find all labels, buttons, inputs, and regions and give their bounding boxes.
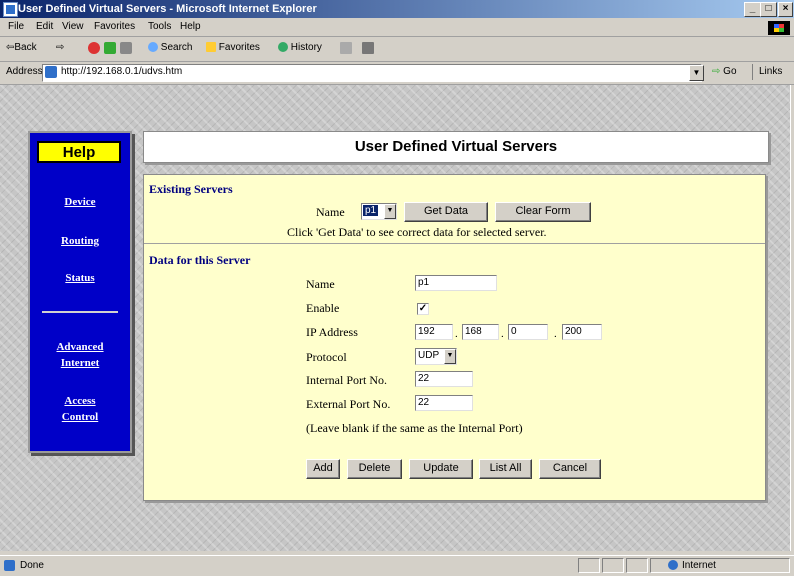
close-button[interactable]: × [778, 2, 793, 17]
internal-port-input[interactable]: 22 [415, 371, 473, 387]
menu-help[interactable]: Help [180, 21, 201, 32]
ie-page-icon [3, 2, 18, 17]
address-url: http://192.168.0.1/udvs.htm [61, 66, 183, 78]
get-data-hint: Click 'Get Data' to see correct data for… [287, 225, 547, 239]
nav-divider [42, 311, 118, 313]
server-data-title: Data for this Server [149, 253, 251, 267]
nav-access-link[interactable]: Access [30, 394, 130, 409]
ip-octet-4-input[interactable]: 200 [562, 324, 602, 340]
page-done-icon [4, 560, 15, 571]
minimize-button[interactable]: _ [744, 2, 761, 17]
history-label: History [290, 42, 322, 53]
name-input[interactable]: p1 [415, 275, 497, 291]
menu-favorites[interactable]: Favorites [94, 21, 135, 32]
port-note: (Leave blank if the same as the Internal… [306, 421, 523, 435]
zone-label: Internet [682, 560, 716, 571]
delete-button[interactable]: Delete [347, 459, 402, 479]
nav-control-link[interactable]: Control [30, 410, 130, 425]
history-button[interactable]: History [278, 42, 322, 53]
address-input[interactable]: http://192.168.0.1/udvs.htm [42, 64, 702, 82]
update-button[interactable]: Update [409, 459, 473, 479]
cancel-button[interactable]: Cancel [539, 459, 601, 479]
main-panel: Existing Servers Name p1 ▼ Get Data Clea… [143, 174, 766, 501]
protocol-select[interactable]: UDP ▼ [415, 348, 457, 365]
nav-status-link[interactable]: Status [30, 271, 130, 286]
nav-advanced-link[interactable]: Advanced [30, 340, 130, 355]
nav-internet-link[interactable]: Internet [30, 356, 130, 371]
protocol-select-value: UDP [418, 350, 440, 361]
address-label: Address [6, 66, 43, 77]
chevron-down-icon: ▼ [384, 204, 396, 219]
window-title: User Defined Virtual Servers - Microsoft… [18, 3, 317, 15]
vertical-scrollbar[interactable] [790, 85, 794, 551]
go-button[interactable]: ⇨ Go [712, 66, 737, 77]
ip-octet-1-input[interactable]: 192 [415, 324, 453, 340]
enable-checkbox[interactable]: ✓ [417, 303, 429, 315]
mail-icon[interactable] [340, 42, 352, 54]
menu-view[interactable]: View [62, 21, 84, 32]
stop-icon[interactable] [88, 42, 100, 54]
page-title: User Defined Virtual Servers [143, 131, 769, 163]
status-cell [602, 558, 624, 573]
search-button[interactable]: Search [148, 42, 192, 53]
menu-bar: File Edit View Favorites Tools Help [0, 18, 794, 37]
get-data-button[interactable]: Get Data [404, 202, 488, 222]
print-icon[interactable] [362, 42, 374, 54]
existing-servers-title: Existing Servers [149, 182, 233, 196]
status-bar: Done Internet [0, 555, 794, 576]
window-title-bar: User Defined Virtual Servers - Microsoft… [0, 0, 794, 18]
section-divider [144, 243, 765, 244]
favorites-label: Favorites [218, 42, 260, 53]
external-port-label: External Port No. [306, 397, 391, 411]
ip-octet-2-input[interactable]: 168 [462, 324, 499, 340]
clear-form-button[interactable]: Clear Form [495, 202, 591, 222]
forward-button[interactable]: ⇨ [56, 42, 64, 53]
internal-port-label: Internal Port No. [306, 373, 387, 387]
sidebar: Help Device Routing Status Advanced Inte… [28, 131, 132, 453]
ip-address-label: IP Address [306, 325, 358, 339]
maximize-button[interactable]: □ [760, 2, 777, 17]
ip-octet-3-input[interactable]: 0 [508, 324, 548, 340]
search-label: Search [160, 42, 193, 53]
nav-routing-link[interactable]: Routing [30, 234, 130, 249]
address-dropdown-button[interactable]: ▼ [689, 65, 704, 81]
existing-name-label: Name [316, 205, 345, 219]
menu-edit[interactable]: Edit [36, 21, 53, 32]
page-icon [45, 66, 57, 78]
links-button[interactable]: Links [752, 64, 782, 80]
status-cell [578, 558, 600, 573]
favorites-button[interactable]: Favorites [206, 42, 260, 53]
refresh-icon[interactable] [104, 42, 116, 54]
menu-file[interactable]: File [8, 21, 24, 32]
add-button[interactable]: Add [306, 459, 340, 479]
ip-separator: . [554, 328, 557, 340]
ip-separator: . [501, 328, 504, 340]
go-label: Go [723, 66, 737, 77]
back-button[interactable]: ⇦Back [6, 42, 37, 53]
help-button[interactable]: Help [37, 141, 121, 163]
external-port-input[interactable]: 22 [415, 395, 473, 411]
server-select-value: p1 [363, 205, 379, 216]
server-select[interactable]: p1 ▼ [361, 203, 397, 220]
nav-device-link[interactable]: Device [30, 195, 130, 210]
windows-logo-icon [768, 21, 790, 35]
ip-separator: . [455, 328, 458, 340]
protocol-label: Protocol [306, 350, 347, 364]
list-all-button[interactable]: List All [479, 459, 532, 479]
chevron-down-icon: ▼ [444, 349, 456, 364]
address-bar: Address http://192.168.0.1/udvs.htm ▼ ⇨ … [0, 62, 794, 85]
status-text: Done [20, 560, 44, 571]
globe-icon [668, 560, 678, 571]
menu-tools[interactable]: Tools [148, 21, 171, 32]
enable-label: Enable [306, 301, 340, 315]
status-cell [626, 558, 648, 573]
home-icon[interactable] [120, 42, 132, 54]
security-zone: Internet [668, 560, 716, 571]
name-label: Name [306, 277, 335, 291]
standard-toolbar: ⇦Back ⇨ Search Favorites History [0, 37, 794, 62]
